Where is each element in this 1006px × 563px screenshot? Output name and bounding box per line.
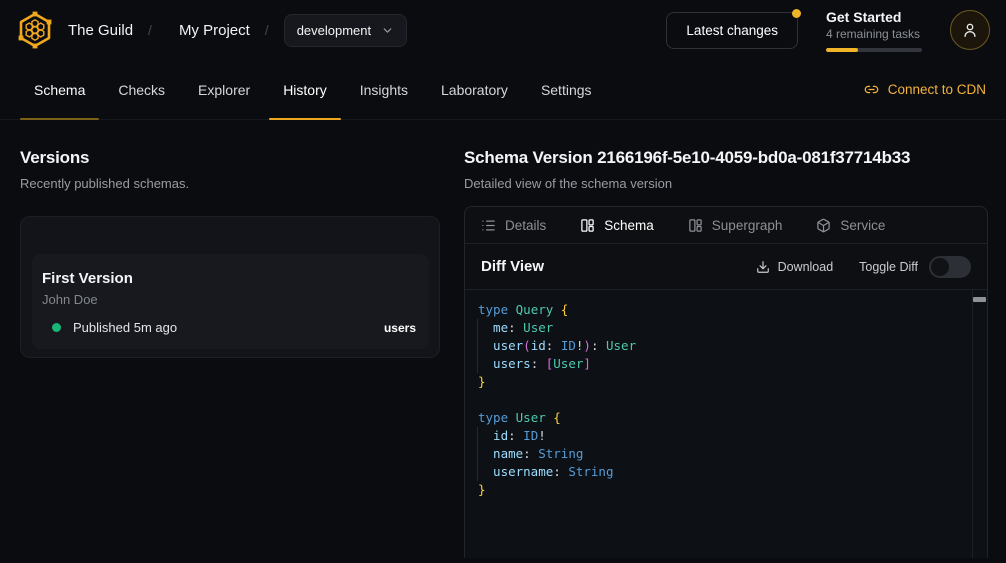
latest-changes-label: Latest changes: [686, 23, 778, 38]
code-line: me: User: [478, 319, 967, 337]
code-line: [478, 391, 967, 409]
scrollbar-thumb[interactable]: [973, 297, 986, 302]
detail-tab-label: Schema: [604, 218, 654, 233]
app-header: The Guild / My Project / development Lat…: [0, 0, 1006, 60]
published-status-dot: [52, 323, 61, 332]
versions-panel: Versions Recently published schemas. Fir…: [0, 120, 464, 563]
version-name: First Version: [42, 270, 416, 287]
diff-view-title: Diff View: [481, 258, 544, 275]
code-line: users: [User]: [478, 355, 967, 373]
connect-to-cdn-label: Connect to CDN: [888, 82, 986, 97]
get-started-widget[interactable]: Get Started 4 remaining tasks: [826, 9, 922, 52]
breadcrumb-project[interactable]: My Project: [179, 22, 250, 39]
detail-tab-schema[interactable]: Schema: [580, 218, 654, 233]
latest-changes-button[interactable]: Latest changes: [666, 12, 798, 49]
schema-code-area[interactable]: type Query { me: User user(id: ID!): Use…: [465, 290, 987, 558]
nav-tab-checks[interactable]: Checks: [104, 60, 179, 119]
detail-tab-details[interactable]: Details: [481, 218, 546, 233]
detail-tab-label: Supergraph: [712, 218, 783, 233]
person-icon: [961, 21, 979, 39]
versions-subtitle: Recently published schemas.: [20, 176, 440, 191]
detail-tab-label: Service: [840, 218, 885, 233]
panels-icon: [580, 218, 595, 233]
version-detail-subtitle: Detailed view of the schema version: [464, 176, 988, 191]
nav-tab-label: Insights: [360, 82, 408, 98]
panels-icon: [688, 218, 703, 233]
code-line: username: String: [478, 463, 967, 481]
code-block: type Query { me: User user(id: ID!): Use…: [478, 301, 967, 499]
nav-tab-label: History: [283, 82, 327, 98]
indent-guide: [477, 427, 478, 481]
code-line: type User {: [478, 409, 967, 427]
main-content: Versions Recently published schemas. Fir…: [0, 120, 1006, 563]
connect-to-cdn-button[interactable]: Connect to CDN: [864, 82, 986, 97]
hive-logo-icon[interactable]: [14, 9, 56, 51]
link-icon: [864, 82, 879, 97]
toggle-diff-switch[interactable]: [929, 256, 971, 278]
nav-tab-history[interactable]: History: [269, 60, 341, 119]
code-line: user(id: ID!): User: [478, 337, 967, 355]
toggle-diff-group: Toggle Diff: [859, 256, 971, 278]
nav-tab-settings[interactable]: Settings: [527, 60, 606, 119]
version-detail-title: Schema Version 2166196f-5e10-4059-bd0a-0…: [464, 148, 988, 168]
breadcrumb-separator: /: [265, 22, 269, 38]
nav-tab-schema[interactable]: Schema: [20, 60, 99, 119]
nav-tabs: Schema Checks Explorer History Insights Labor…: [20, 60, 611, 119]
nav-tab-label: Schema: [34, 82, 85, 98]
breadcrumb-org[interactable]: The Guild: [68, 22, 133, 39]
version-list-item[interactable]: First Version John Doe Published 5m ago …: [32, 254, 429, 349]
breadcrumb-separator: /: [148, 22, 152, 38]
get-started-progress: [826, 48, 922, 52]
toggle-diff-label: Toggle Diff: [859, 260, 918, 274]
code-line: name: String: [478, 445, 967, 463]
nav-tab-laboratory[interactable]: Laboratory: [427, 60, 522, 119]
detail-tab-label: Details: [505, 218, 546, 233]
version-status-row: Published 5m ago users: [42, 320, 416, 335]
version-author: John Doe: [42, 292, 416, 307]
user-avatar[interactable]: [950, 10, 990, 50]
download-button[interactable]: Download: [756, 260, 834, 274]
versions-list-card: First Version John Doe Published 5m ago …: [20, 216, 440, 358]
target-nav: Schema Checks Explorer History Insights Labor…: [0, 60, 1006, 120]
chevron-down-icon: [381, 24, 394, 37]
nav-tab-label: Checks: [118, 82, 165, 98]
service-name-badge: users: [384, 321, 416, 335]
nav-tab-label: Explorer: [198, 82, 250, 98]
toggle-diff-knob: [931, 258, 949, 276]
versions-title: Versions: [20, 148, 440, 168]
cube-icon: [816, 218, 831, 233]
notification-dot: [792, 9, 801, 18]
version-detail-panel: Schema Version 2166196f-5e10-4059-bd0a-0…: [464, 120, 1006, 563]
get-started-progress-fill: [826, 48, 858, 52]
download-icon: [756, 260, 770, 274]
version-status-text: Published 5m ago: [73, 320, 177, 335]
indent-guide: [477, 319, 478, 373]
diff-toolbar: Diff View Download Toggle Diff: [465, 244, 987, 290]
download-label: Download: [778, 260, 834, 274]
nav-tab-insights[interactable]: Insights: [346, 60, 422, 119]
version-detail-card: Details Schema Supergraph Service Diff View…: [464, 206, 988, 558]
version-detail-tabs: Details Schema Supergraph Service: [465, 207, 987, 244]
detail-tab-service[interactable]: Service: [816, 218, 885, 233]
code-line: id: ID!: [478, 427, 967, 445]
nav-tab-label: Settings: [541, 82, 592, 98]
get-started-title: Get Started: [826, 9, 922, 25]
list-icon: [481, 218, 496, 233]
scrollbar-track: [972, 290, 973, 558]
nav-tab-label: Laboratory: [441, 82, 508, 98]
target-selector-value: development: [297, 23, 371, 38]
code-line: type Query {: [478, 301, 967, 319]
code-line: }: [478, 481, 967, 499]
get-started-subtitle: 4 remaining tasks: [826, 27, 922, 41]
target-selector[interactable]: development: [284, 14, 407, 47]
code-line: }: [478, 373, 967, 391]
detail-tab-supergraph[interactable]: Supergraph: [688, 218, 783, 233]
nav-tab-explorer[interactable]: Explorer: [184, 60, 264, 119]
